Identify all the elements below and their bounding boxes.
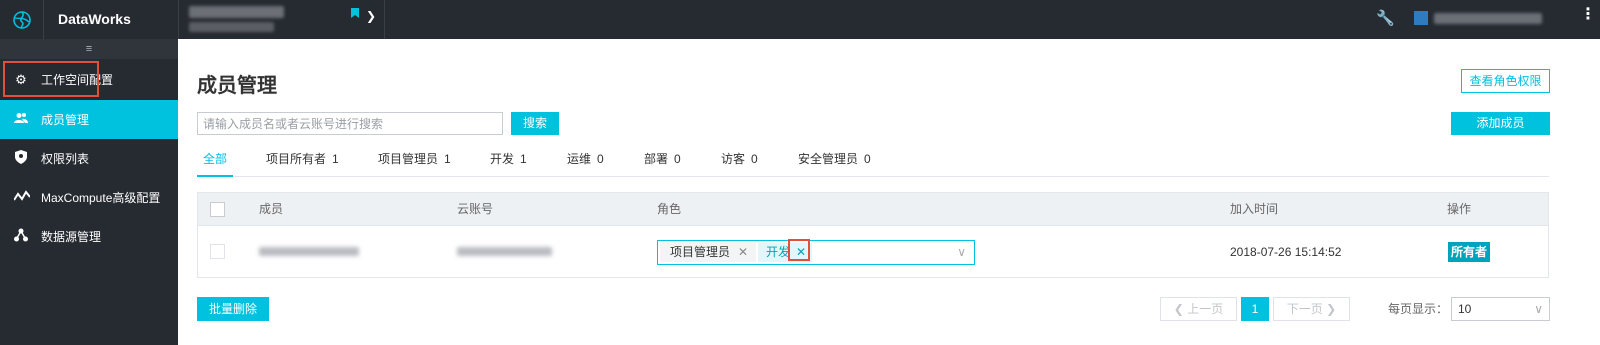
add-member-button[interactable]: 添加成员 bbox=[1451, 112, 1550, 135]
workspace-selector[interactable]: ❯ bbox=[178, 0, 385, 39]
tab-ops[interactable]: 运维 0 bbox=[567, 145, 604, 177]
column-role: 角色 bbox=[657, 202, 682, 216]
tab-project-owner[interactable]: 项目所有者 1 bbox=[266, 145, 339, 177]
workspace-id-redacted bbox=[189, 22, 274, 32]
sidebar-item-label: 数据源管理 bbox=[41, 230, 102, 244]
column-actions: 操作 bbox=[1447, 202, 1472, 216]
account-redacted bbox=[457, 247, 552, 256]
tab-label: 安全管理员 bbox=[798, 152, 859, 166]
next-page-label: 下一页 bbox=[1286, 302, 1323, 316]
role-tag-label: 开发 bbox=[766, 245, 791, 259]
batch-delete-button[interactable]: 批量删除 bbox=[197, 297, 269, 321]
per-page-value: 10 bbox=[1458, 302, 1472, 316]
tab-project-admin[interactable]: 项目管理员 1 bbox=[378, 145, 451, 177]
datasource-icon bbox=[14, 228, 28, 245]
column-account: 云账号 bbox=[457, 202, 494, 216]
role-tabs: 全部 项目所有者 1 项目管理员 1 开发 1 运维 0 部署 0 访客 0 安全管理员 0 bbox=[197, 145, 1549, 177]
per-page-select[interactable]: 10 ∨ bbox=[1451, 297, 1550, 321]
table-row: 项目管理员 ✕ 开发 ✕ ∨ 2018-07-26 15:14:52 所有者 bbox=[198, 227, 1548, 277]
tab-count: 1 bbox=[332, 152, 339, 166]
role-tag-label: 项目管理员 bbox=[670, 245, 731, 259]
role-tag: 项目管理员 ✕ bbox=[660, 243, 756, 262]
sidebar-item-label: 成员管理 bbox=[41, 113, 90, 127]
tab-label: 运维 bbox=[567, 152, 592, 166]
tab-count: 1 bbox=[520, 152, 527, 166]
row-checkbox[interactable] bbox=[210, 244, 225, 259]
tab-label: 项目所有者 bbox=[266, 152, 327, 166]
sidebar-item-datasource[interactable]: 数据源管理 bbox=[0, 217, 178, 256]
tab-security-admin[interactable]: 安全管理员 0 bbox=[798, 145, 871, 177]
search-button[interactable]: 搜索 bbox=[511, 112, 559, 135]
view-role-permissions-button[interactable]: 查看角色权限 bbox=[1461, 69, 1550, 93]
more-vertical-icon[interactable]: ⋮ bbox=[1580, 7, 1596, 23]
users-icon bbox=[14, 112, 28, 127]
user-name-redacted[interactable] bbox=[1434, 13, 1542, 24]
column-member: 成员 bbox=[259, 202, 284, 216]
highlight-box-remove-role bbox=[788, 239, 810, 261]
tab-count: 0 bbox=[864, 152, 871, 166]
tab-label: 开发 bbox=[490, 152, 515, 166]
tab-count: 0 bbox=[597, 152, 604, 166]
chevron-left-icon: ❮ bbox=[1173, 302, 1184, 316]
chevron-down-icon[interactable]: ❯ bbox=[366, 9, 376, 23]
search-input[interactable] bbox=[197, 112, 503, 135]
tab-label: 部署 bbox=[644, 152, 669, 166]
tab-count: 0 bbox=[751, 152, 758, 166]
table-header: 成员 云账号 角色 加入时间 操作 bbox=[198, 193, 1548, 226]
pulse-icon bbox=[13, 190, 31, 205]
tab-count: 1 bbox=[444, 152, 451, 166]
members-table: 成员 云账号 角色 加入时间 操作 项目管理员 ✕ 开发 ✕ ∨ 2018-07… bbox=[197, 192, 1549, 278]
next-page-button[interactable]: 下一页 ❯ bbox=[1273, 297, 1350, 321]
shield-icon bbox=[14, 150, 28, 167]
bookmark-icon[interactable] bbox=[351, 8, 359, 18]
owner-badge: 所有者 bbox=[1448, 242, 1491, 262]
member-name-redacted bbox=[259, 247, 359, 256]
tab-label: 全部 bbox=[203, 152, 228, 166]
wrench-icon[interactable]: 🔧 bbox=[1376, 9, 1395, 27]
select-all-checkbox[interactable] bbox=[210, 202, 225, 217]
tab-developer[interactable]: 开发 1 bbox=[490, 145, 527, 177]
sidebar-item-label: MaxCompute高级配置 bbox=[41, 191, 161, 205]
remove-role-icon[interactable]: ✕ bbox=[738, 243, 748, 262]
page-1-button[interactable]: 1 bbox=[1241, 297, 1269, 321]
tab-all[interactable]: 全部 bbox=[197, 145, 234, 177]
app-title: DataWorks bbox=[58, 11, 131, 27]
sidebar-item-permissions[interactable]: 权限列表 bbox=[0, 139, 178, 178]
sidebar-item-members[interactable]: 成员管理 bbox=[0, 100, 178, 139]
tab-label: 访客 bbox=[721, 152, 746, 166]
role-multiselect[interactable]: 项目管理员 ✕ 开发 ✕ ∨ bbox=[657, 240, 975, 265]
tab-label: 项目管理员 bbox=[378, 152, 439, 166]
dataworks-logo-icon[interactable] bbox=[0, 0, 44, 39]
highlight-box-members bbox=[3, 61, 99, 97]
join-time: 2018-07-26 15:14:52 bbox=[1230, 245, 1342, 259]
tab-count: 0 bbox=[674, 152, 681, 166]
tab-guest[interactable]: 访客 0 bbox=[721, 145, 758, 177]
chevron-down-icon: ∨ bbox=[1534, 302, 1543, 316]
column-join-time: 加入时间 bbox=[1230, 202, 1279, 216]
prev-page-label: 上一页 bbox=[1187, 302, 1224, 316]
collapse-menu-icon[interactable]: ≡ bbox=[0, 39, 178, 59]
chevron-down-icon[interactable]: ∨ bbox=[957, 245, 966, 259]
sidebar-item-maxcompute[interactable]: MaxCompute高级配置 bbox=[0, 178, 178, 217]
workspace-name-redacted bbox=[189, 6, 284, 18]
chevron-right-icon: ❯ bbox=[1326, 302, 1337, 316]
prev-page-button[interactable]: ❮ 上一页 bbox=[1160, 297, 1237, 321]
per-page-label: 每页显示： bbox=[1388, 302, 1449, 316]
page-title: 成员管理 bbox=[197, 75, 277, 97]
sidebar-item-label: 权限列表 bbox=[41, 152, 90, 166]
top-bar: DataWorks ❯ 🔧 ⋮ bbox=[0, 0, 1600, 39]
tab-deploy[interactable]: 部署 0 bbox=[644, 145, 681, 177]
user-avatar[interactable] bbox=[1414, 11, 1428, 25]
